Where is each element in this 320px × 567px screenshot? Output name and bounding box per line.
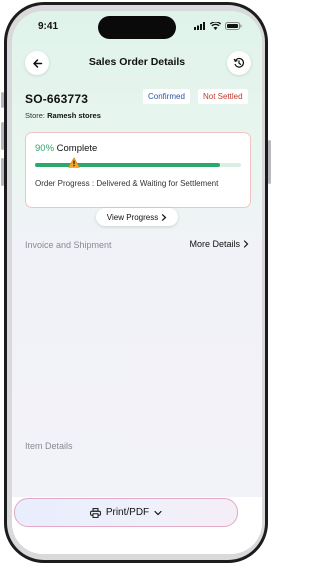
progress-fill xyxy=(35,163,221,167)
history-button[interactable] xyxy=(227,51,251,75)
chevron-down-icon xyxy=(154,510,162,515)
more-details-link[interactable]: More Details xyxy=(189,239,249,249)
view-progress-label: View Progress xyxy=(106,212,159,222)
status-icons xyxy=(194,22,242,30)
item-details-heading: Item Details xyxy=(25,441,73,451)
status-time: 9:41 xyxy=(38,21,59,32)
page-title: Sales Order Details xyxy=(88,56,186,68)
invoice-shipment-heading: Invoice and Shipment xyxy=(25,240,112,250)
volume-down-button xyxy=(1,158,4,186)
printer-icon xyxy=(89,507,101,518)
store-name: Ramesh stores xyxy=(47,111,101,120)
store-line: Store: Ramesh stores xyxy=(25,111,101,120)
progress-card: 90% Complete Order Progress : Delivered … xyxy=(25,132,251,208)
progress-percent: 90% xyxy=(35,143,55,154)
progress-complete-label: Complete xyxy=(56,143,98,154)
wifi-icon xyxy=(210,22,221,30)
chevron-right-icon xyxy=(243,240,249,248)
progress-track xyxy=(35,157,241,168)
print-pdf-button[interactable]: Print/PDF xyxy=(14,498,238,527)
order-id: SO-663773 xyxy=(25,92,89,106)
dynamic-island xyxy=(98,16,176,39)
app-screen: 9:41 Sales Order Details SO-663773 Confi… xyxy=(12,11,262,554)
progress-percent-line: 90% Complete xyxy=(35,143,97,154)
power-button xyxy=(268,140,271,184)
print-pdf-label: Print/PDF xyxy=(105,507,150,518)
status-badge-not-settled: Not Settled xyxy=(198,89,248,104)
status-badge-confirmed: Confirmed xyxy=(143,89,190,104)
store-label: Store: xyxy=(25,111,46,120)
battery-icon xyxy=(225,22,242,30)
more-details-label: More Details xyxy=(189,239,240,249)
warning-icon xyxy=(68,157,80,168)
signal-icon xyxy=(194,22,205,30)
volume-up-button xyxy=(1,122,4,150)
history-icon xyxy=(233,57,245,68)
view-progress-button[interactable]: View Progress xyxy=(96,208,178,226)
progress-status-text: Order Progress : Delivered & Waiting for… xyxy=(35,179,219,188)
mute-switch xyxy=(1,92,4,108)
chevron-right-icon xyxy=(162,213,167,221)
